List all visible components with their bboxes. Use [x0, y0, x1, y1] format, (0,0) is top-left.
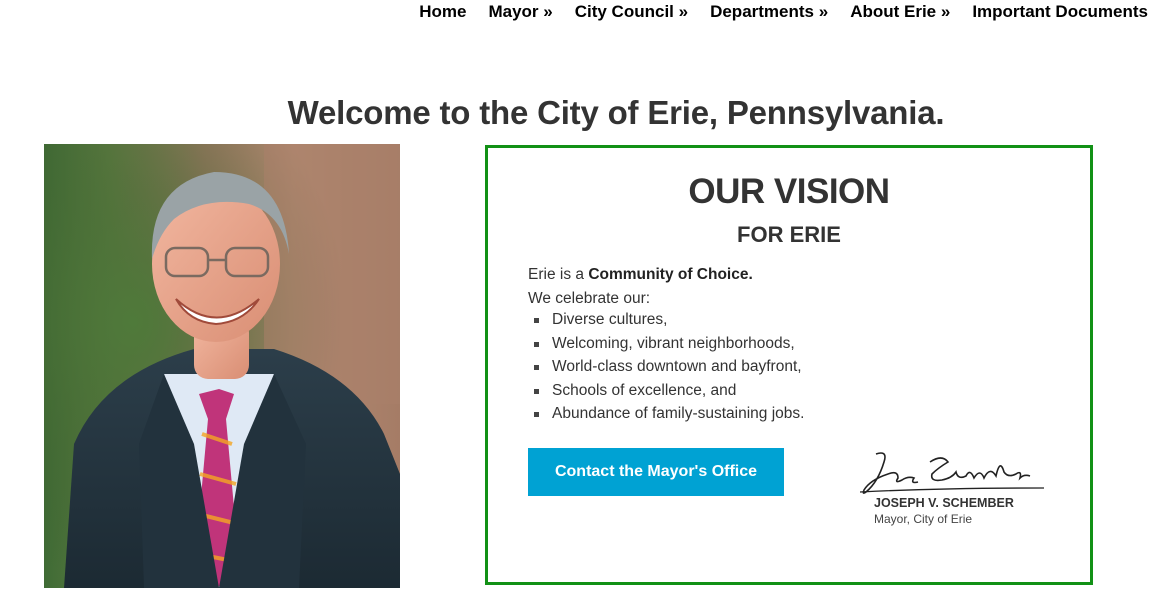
list-item: World-class downtown and bayfront,	[528, 355, 804, 379]
vision-subheading: FOR ERIE	[737, 222, 841, 247]
signature-name: JOSEPH V. SCHEMBER	[874, 496, 1014, 510]
nav-home[interactable]: Home	[408, 0, 477, 24]
signature-block: JOSEPH V. SCHEMBER Mayor, City of Erie	[858, 448, 1048, 528]
list-item: Diverse cultures,	[528, 308, 804, 332]
nav-mayor[interactable]: Mayor »	[477, 0, 563, 24]
nav-about-erie[interactable]: About Erie »	[839, 0, 961, 24]
list-item: Welcoming, vibrant neighborhoods,	[528, 332, 804, 356]
intro-bold: Community of Choice.	[588, 266, 753, 283]
nav-departments[interactable]: Departments »	[699, 0, 839, 24]
mayor-portrait-icon	[44, 144, 400, 588]
vision-intro: Erie is a Community of Choice. We celebr…	[528, 263, 753, 310]
nav-city-council[interactable]: City Council »	[564, 0, 699, 24]
list-item: Abundance of family-sustaining jobs.	[528, 402, 804, 426]
main-nav: Home Mayor » City Council » Departments …	[408, 0, 1148, 24]
nav-important-documents[interactable]: Important Documents	[961, 0, 1148, 24]
vision-box: OUR VISION FOR ERIE Erie is a Community …	[485, 145, 1093, 585]
page-title: Welcome to the City of Erie, Pennsylvani…	[287, 94, 945, 131]
signature-icon	[859, 452, 1045, 494]
mayor-portrait	[44, 144, 400, 588]
celebrate-line: We celebrate our:	[528, 289, 651, 307]
vision-heading: OUR VISION	[688, 172, 890, 211]
vision-bullets: Diverse cultures, Welcoming, vibrant nei…	[528, 308, 804, 426]
contact-mayor-button[interactable]: Contact the Mayor's Office	[528, 448, 784, 496]
list-item: Schools of excellence, and	[528, 379, 804, 403]
community-line: Erie is a Community of Choice.	[528, 263, 753, 287]
intro-prefix: Erie is a	[528, 266, 589, 283]
signature-role: Mayor, City of Erie	[874, 512, 973, 526]
